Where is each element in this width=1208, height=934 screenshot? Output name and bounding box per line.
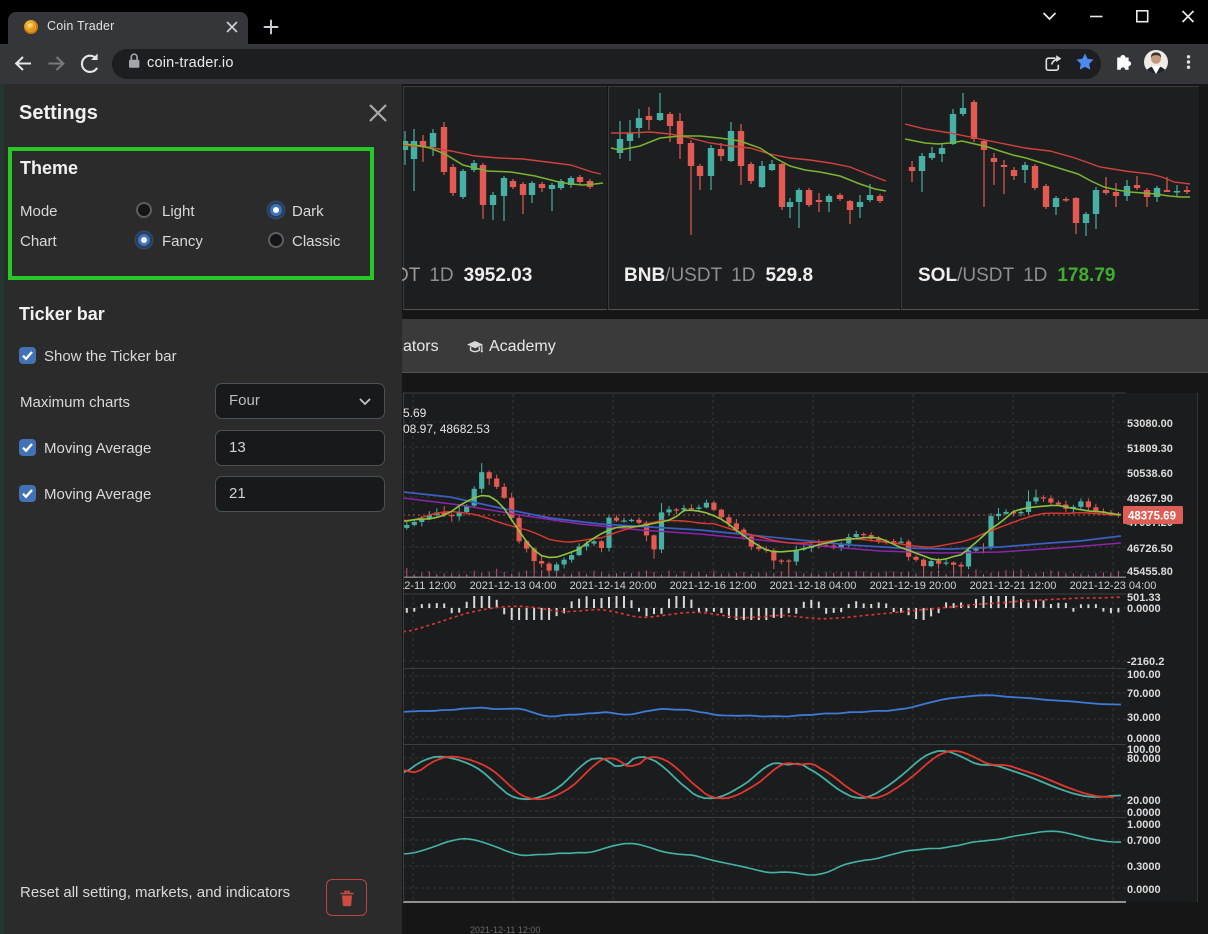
svg-text:2021-12-11 12:00: 2021-12-11 12:00: [403, 580, 456, 592]
svg-text:49267.90: 49267.90: [1127, 493, 1173, 505]
svg-text:08.97, 48682.53: 08.97, 48682.53: [403, 422, 490, 436]
svg-text:53080.00: 53080.00: [1127, 418, 1173, 430]
svg-text:80.000: 80.000: [1127, 753, 1161, 765]
svg-text:45455.80: 45455.80: [1127, 566, 1173, 578]
svg-text:2021-12-11 12:00: 2021-12-11 12:00: [470, 925, 540, 934]
svg-text:51809.30: 51809.30: [1127, 443, 1173, 455]
svg-text:46726.50: 46726.50: [1127, 543, 1173, 555]
svg-text:70.000: 70.000: [1127, 688, 1161, 700]
svg-text:1.0000: 1.0000: [1127, 819, 1161, 831]
svg-text:0.0000: 0.0000: [1127, 884, 1161, 896]
svg-text:0.3000: 0.3000: [1127, 861, 1161, 873]
svg-text:0.0000: 0.0000: [1127, 807, 1161, 819]
svg-text:0.7000: 0.7000: [1127, 835, 1161, 847]
svg-text:-2160.2: -2160.2: [1127, 656, 1164, 668]
svg-text:5.69: 5.69: [403, 406, 427, 420]
svg-text:2021-12-19 20:00: 2021-12-19 20:00: [870, 580, 957, 592]
svg-text:2021-12-23 04:00: 2021-12-23 04:00: [1070, 580, 1157, 592]
svg-text:100.00: 100.00: [1127, 669, 1161, 681]
svg-text:2021-12-14 20:00: 2021-12-14 20:00: [570, 580, 657, 592]
svg-text:2021-12-16 12:00: 2021-12-16 12:00: [670, 580, 757, 592]
svg-text:48375.69: 48375.69: [1128, 511, 1176, 523]
svg-text:2021-12-13 04:00: 2021-12-13 04:00: [470, 580, 557, 592]
svg-text:0.0000: 0.0000: [1127, 603, 1161, 615]
svg-text:20.000: 20.000: [1127, 795, 1161, 807]
svg-text:30.000: 30.000: [1127, 712, 1161, 724]
svg-text:2021-12-21 12:00: 2021-12-21 12:00: [970, 580, 1057, 592]
svg-text:50538.60: 50538.60: [1127, 468, 1173, 480]
svg-text:2021-12-18 04:00: 2021-12-18 04:00: [770, 580, 857, 592]
